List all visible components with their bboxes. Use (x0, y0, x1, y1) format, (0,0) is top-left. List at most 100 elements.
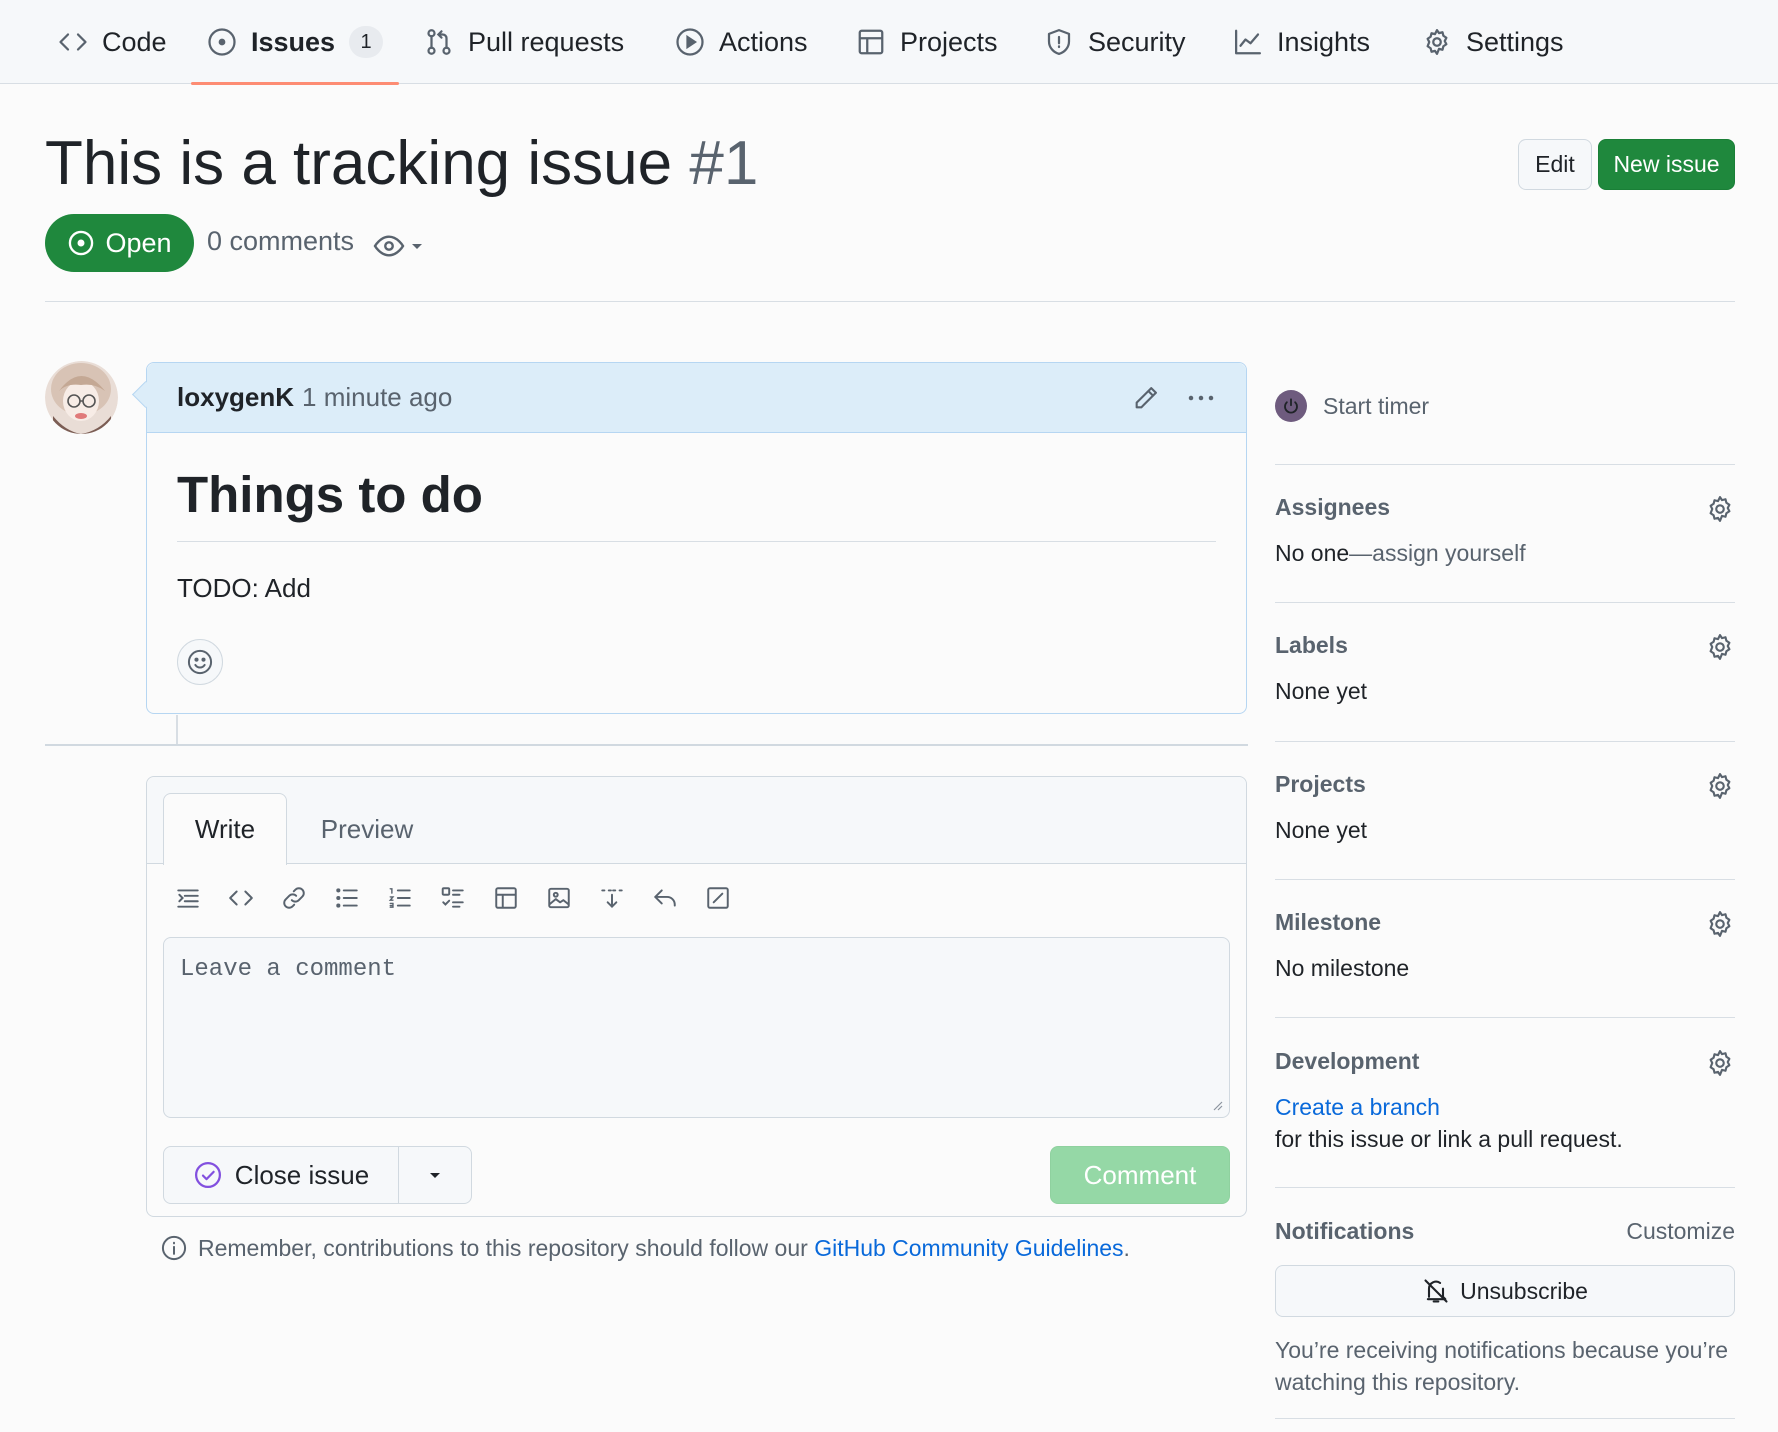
heading-icon[interactable] (175, 885, 201, 911)
list-unordered-icon[interactable] (334, 885, 360, 911)
nav-security[interactable]: Security (1044, 0, 1186, 84)
sidebar-divider (1275, 1187, 1735, 1188)
milestone-title: Milestone (1275, 909, 1382, 935)
power-icon (1275, 390, 1307, 422)
pencil-icon[interactable] (1132, 384, 1160, 412)
comment-body-text: TODO: Add (177, 573, 311, 603)
sidebar-notifications: Notifications Customize Unsubscribe You’… (1275, 1218, 1735, 1395)
close-issue-label: Close issue (234, 1159, 370, 1190)
nav-actions-label: Actions (719, 26, 808, 57)
table-icon (858, 29, 884, 55)
nav-issues[interactable]: Issues 1 (190, 0, 400, 85)
triangle-down-icon (430, 1173, 440, 1178)
customize-link[interactable]: Customize (1626, 1218, 1735, 1245)
add-reaction-button[interactable] (177, 639, 223, 685)
nav-settings[interactable]: Settings (1422, 0, 1564, 84)
unsubscribe-label: Unsubscribe (1460, 1277, 1588, 1304)
eye-icon (373, 235, 405, 257)
code-icon (59, 33, 87, 51)
edit-icon[interactable] (705, 885, 731, 911)
resize-handle-icon[interactable] (1211, 1099, 1223, 1111)
gear-icon[interactable] (1705, 632, 1735, 662)
shield-icon (1047, 29, 1071, 55)
nav-security-label: Security (1088, 26, 1186, 57)
community-guidelines-link[interactable]: GitHub Community Guidelines (814, 1235, 1123, 1261)
avatar[interactable] (45, 361, 118, 434)
download-icon[interactable] (599, 885, 625, 911)
gear-icon[interactable] (1705, 494, 1735, 524)
table-icon[interactable] (493, 885, 519, 911)
sidebar-milestone: Milestone No milestone (1275, 909, 1735, 981)
close-issue-dropdown-button[interactable] (399, 1147, 471, 1203)
unsubscribe-button[interactable]: Unsubscribe (1275, 1265, 1735, 1317)
guidelines-suffix: . (1123, 1234, 1130, 1261)
tasklist-icon[interactable] (440, 885, 466, 911)
kebab-horizontal-icon[interactable] (1186, 383, 1216, 413)
nav-insights[interactable]: Insights (1233, 0, 1370, 84)
nav-issues-label: Issues (251, 26, 336, 57)
header-divider (45, 301, 1735, 302)
watch-dropdown[interactable] (373, 230, 425, 262)
gear-icon[interactable] (1705, 909, 1735, 939)
comment-button[interactable]: Comment (1050, 1146, 1230, 1204)
comment-author[interactable]: loxygenK (177, 382, 294, 413)
assignees-title: Assignees (1275, 494, 1391, 520)
assign-yourself-link[interactable]: —assign yourself (1349, 540, 1525, 566)
timeline-divider (45, 744, 1248, 746)
start-timer-label: Start timer (1323, 392, 1430, 419)
sidebar-divider (1275, 602, 1735, 603)
git-pull-request-icon (427, 29, 451, 55)
tab-write[interactable]: Write (163, 793, 287, 865)
heading-divider (177, 541, 1216, 542)
sidebar-divider (1275, 741, 1735, 742)
start-timer[interactable]: Start timer (1275, 390, 1429, 422)
comment-placeholder: Leave a comment (180, 956, 397, 983)
nav-code-label: Code (102, 26, 167, 57)
issue-closed-icon (194, 1162, 221, 1188)
code-icon[interactable] (228, 885, 254, 911)
sidebar-divider (1275, 1418, 1735, 1419)
issue-state-label: Open (105, 227, 172, 258)
comment-timestamp[interactable]: 1 minute ago (302, 382, 452, 413)
nav-projects[interactable]: Projects (856, 0, 998, 84)
contribution-guidelines-note: Remember, contributions to this reposito… (160, 1234, 1130, 1262)
issue-title-text: This is a tracking issue (45, 129, 673, 198)
new-issue-button[interactable]: New issue (1598, 139, 1735, 190)
nav-code[interactable]: Code (58, 0, 167, 84)
gear-icon[interactable] (1705, 771, 1735, 801)
edit-button[interactable]: Edit (1518, 139, 1592, 190)
close-issue-split-button: Close issue (163, 1146, 472, 1204)
nav-actions[interactable]: Actions (675, 0, 808, 84)
sidebar-divider (1275, 1017, 1735, 1018)
close-issue-button[interactable]: Close issue (164, 1147, 399, 1203)
sidebar-divider (1275, 464, 1735, 465)
comment-heading: Things to do (177, 466, 483, 523)
assignees-value: No one—assign yourself (1275, 540, 1526, 567)
bell-slash-icon (1424, 1279, 1448, 1303)
timeline-connector (176, 715, 178, 744)
labels-title: Labels (1275, 632, 1348, 658)
assignees-none: No one (1275, 540, 1350, 566)
nav-settings-label: Settings (1466, 26, 1564, 57)
guidelines-prefix: Remember, contributions to this reposito… (198, 1234, 815, 1261)
comments-count: 0 comments (207, 226, 355, 256)
issues-counter: 1 (349, 26, 384, 58)
projects-value: None yet (1275, 817, 1368, 843)
gear-icon (1426, 29, 1448, 55)
comment-textarea[interactable]: Leave a comment (163, 937, 1230, 1118)
create-branch-link[interactable]: Create a branch (1275, 1094, 1440, 1121)
list-ordered-icon[interactable] (387, 885, 413, 911)
link-icon[interactable] (281, 885, 307, 911)
milestone-value: No milestone (1275, 955, 1410, 981)
gear-icon[interactable] (1705, 1048, 1735, 1078)
image-icon[interactable] (546, 885, 572, 911)
development-title: Development (1275, 1048, 1420, 1074)
sidebar-labels: Labels None yet (1275, 632, 1735, 704)
reply-icon[interactable] (652, 885, 678, 911)
avatar-image (45, 361, 118, 434)
repo-nav: Code Issues 1 Pull requests Actions Proj… (0, 0, 1778, 85)
nav-pull-requests[interactable]: Pull requests (424, 0, 624, 84)
tab-preview[interactable]: Preview (297, 793, 437, 865)
nav-pull-requests-label: Pull requests (468, 26, 625, 57)
sidebar-divider (1275, 879, 1735, 880)
